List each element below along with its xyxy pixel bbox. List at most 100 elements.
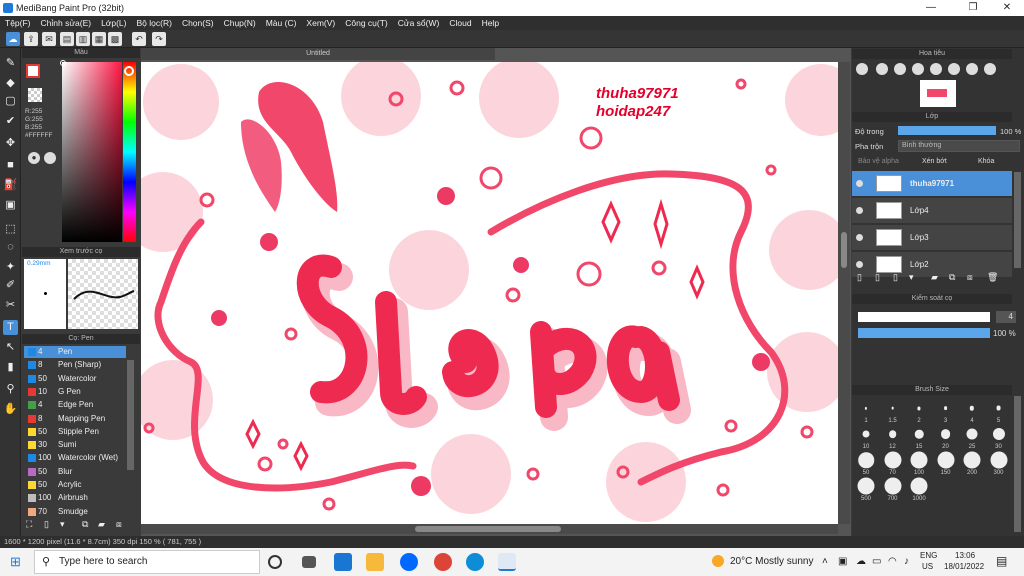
brush-size-preset[interactable]: 2 (906, 398, 932, 424)
layer-item[interactable]: thuha97971 (852, 171, 1012, 196)
upload-icon[interactable]: ⇪ (24, 32, 38, 46)
cloud-icon[interactable]: ☁ (6, 32, 20, 46)
brush-size-preset[interactable]: 1 (853, 398, 879, 424)
duplicate-icon[interactable]: ⧈ (116, 519, 122, 530)
brush-size-preset[interactable]: 1.5 (880, 398, 906, 424)
taskbar-search[interactable]: Type here to search (34, 550, 260, 574)
tray-cloud-icon[interactable]: ☁ (856, 556, 866, 567)
mail-icon[interactable] (334, 553, 352, 571)
zoom-in-icon[interactable] (856, 63, 868, 75)
menu-item[interactable]: Lớp(L) (96, 16, 131, 30)
brush-size-scrollbar[interactable] (1014, 396, 1021, 532)
brush-item[interactable]: 70 Smudge (24, 506, 126, 518)
add-layer-menu-icon[interactable]: ▾ (909, 272, 914, 283)
opacity-slider[interactable] (898, 126, 996, 135)
layer-item[interactable]: Lớp3 (852, 225, 1012, 250)
hue-slider[interactable] (123, 62, 136, 242)
menu-item[interactable]: Xem(V) (301, 16, 340, 30)
battery-icon[interactable]: ▭ (872, 556, 881, 567)
brush-size-preset[interactable]: 20 (933, 424, 959, 450)
copy-brush-icon[interactable]: ⧉ (82, 519, 88, 530)
layer-folder-icon[interactable]: ▰ (931, 272, 938, 283)
color-mix-icon[interactable] (44, 152, 56, 164)
tray-app-icon[interactable]: ▣ (838, 556, 847, 567)
brush-item[interactable]: 50 Stipple Pen (24, 426, 126, 438)
divide-tool-icon[interactable]: ▮ (3, 360, 18, 375)
notification-icon[interactable]: ▤ (996, 554, 1007, 568)
brush-size-preset[interactable]: 300 (986, 450, 1012, 476)
brush-size-preset[interactable]: 10 (853, 424, 879, 450)
brush-size-preset[interactable]: 500 (853, 476, 879, 502)
drawing-canvas[interactable]: thuha97971 hoidap247 (141, 62, 838, 524)
file-explorer-icon[interactable] (366, 553, 384, 571)
document-tab[interactable]: Untitled (141, 48, 495, 60)
document-icon[interactable]: ▥ (76, 32, 90, 46)
actual-size-icon[interactable] (912, 63, 924, 75)
undo-icon[interactable]: ↶ (132, 32, 146, 46)
minimize-button[interactable]: — (916, 0, 946, 16)
brush-size-preset[interactable]: 5 (986, 398, 1012, 424)
rectangle-tool-icon[interactable]: ▢ (3, 94, 18, 109)
brush-opacity-slider[interactable] (858, 328, 990, 338)
select-pen-icon[interactable]: ✐ (3, 278, 18, 293)
menu-item[interactable]: Công cụ(T) (340, 16, 393, 30)
layer-visibility-icon[interactable] (856, 234, 863, 241)
brush-item[interactable]: 8 Pen (Sharp) (24, 359, 126, 371)
zoom-out-icon[interactable] (876, 63, 888, 75)
brush-item[interactable]: 50 Watercolor (24, 373, 126, 385)
brush-size-preset[interactable]: 50 (853, 450, 879, 476)
brush-item[interactable]: 30 Sumi (24, 439, 126, 451)
brush-size-preset[interactable]: 4 (959, 398, 985, 424)
lang-line2[interactable]: US (922, 562, 933, 571)
rotate-left-icon[interactable] (930, 63, 942, 75)
brush-item[interactable]: 100 Watercolor (Wet) (24, 452, 126, 464)
hand-tool-icon[interactable]: ✋ (3, 402, 18, 417)
menu-item[interactable]: Màu (C) (261, 16, 302, 30)
brush-item[interactable]: 50 Blur (24, 466, 126, 478)
bucket-tool-icon[interactable]: ⛽ (3, 178, 18, 193)
brush-size-preset[interactable]: 700 (880, 476, 906, 502)
brush-size-preset[interactable]: 70 (880, 450, 906, 476)
table-icon[interactable]: ▩ (108, 32, 122, 46)
brush-size-preset[interactable]: 150 (933, 450, 959, 476)
flip-icon[interactable] (984, 63, 996, 75)
page-icon[interactable]: ▤ (60, 32, 74, 46)
cortana-icon[interactable] (268, 555, 282, 569)
wifi-icon[interactable]: ◠ (888, 556, 897, 567)
clock-time[interactable]: 13:06 (955, 551, 975, 560)
brush-item[interactable]: 100 Airbrush (24, 492, 126, 504)
delete-layer-icon[interactable]: 🗑 (987, 272, 998, 283)
layer-visibility-icon[interactable] (856, 261, 863, 268)
fit-icon[interactable] (894, 63, 906, 75)
rotate-right-icon[interactable] (966, 63, 978, 75)
maximize-button[interactable]: ❐ (958, 0, 988, 16)
brush-size-preset[interactable]: 25 (959, 424, 985, 450)
gradient-tool-icon[interactable]: ▣ (3, 198, 18, 213)
brush-size-preset[interactable]: 30 (986, 424, 1012, 450)
blend-mode-select[interactable]: Bình thường (898, 140, 1020, 152)
brush-item[interactable]: 10 G Pen (24, 386, 126, 398)
medibang-taskbar-icon[interactable] (498, 553, 516, 571)
clock-date[interactable]: 18/01/2022 (944, 562, 984, 571)
volume-icon[interactable]: ♪ (904, 556, 909, 567)
layer-visibility-icon[interactable] (856, 180, 863, 187)
brush-size-preset[interactable]: 200 (959, 450, 985, 476)
redo-icon[interactable]: ↷ (152, 32, 166, 46)
primary-color-swatch[interactable] (26, 64, 40, 78)
select-tool-icon[interactable]: ⬚ (3, 222, 18, 237)
brush-size-preset[interactable]: 3 (933, 398, 959, 424)
comment-icon[interactable]: ✉ (42, 32, 56, 46)
task-view-icon[interactable] (302, 556, 316, 568)
fill-rect-icon[interactable]: ■ (3, 158, 18, 173)
brush-menu-icon[interactable]: ▾ (60, 519, 65, 530)
brush-size-preset[interactable]: 100 (906, 450, 932, 476)
brush-item[interactable]: 4 Pen (24, 346, 126, 358)
folder-icon[interactable]: ▰ (98, 519, 105, 530)
rotate-reset-icon[interactable] (948, 63, 960, 75)
menu-item[interactable]: Help (477, 16, 504, 30)
canvas-vertical-scrollbar[interactable] (838, 62, 850, 524)
merge-layer-icon[interactable]: ⧈ (967, 272, 973, 283)
lasso-tool-icon[interactable]: ◌ (3, 240, 18, 255)
edge-icon[interactable] (466, 553, 484, 571)
secondary-color-swatch[interactable] (28, 88, 42, 102)
